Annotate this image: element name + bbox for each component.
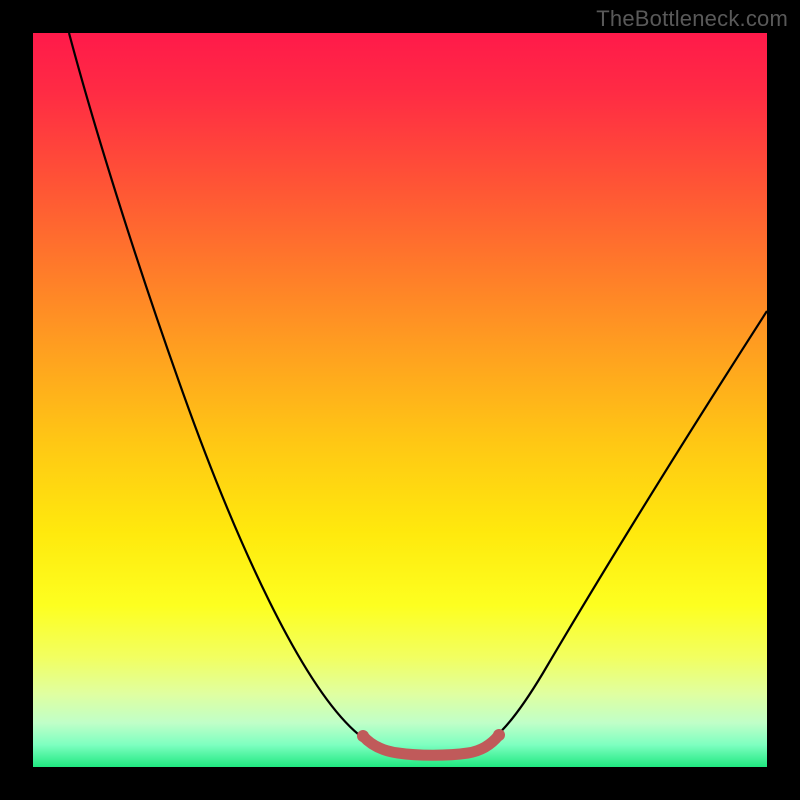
- curve-layer: [33, 33, 767, 767]
- trough-highlight: [363, 735, 499, 755]
- watermark-text: TheBottleneck.com: [596, 6, 788, 32]
- bottleneck-curve: [69, 33, 767, 753]
- chart-frame: TheBottleneck.com: [0, 0, 800, 800]
- trough-end-dot: [493, 729, 505, 741]
- plot-area: [33, 33, 767, 767]
- trough-start-dot: [357, 730, 369, 742]
